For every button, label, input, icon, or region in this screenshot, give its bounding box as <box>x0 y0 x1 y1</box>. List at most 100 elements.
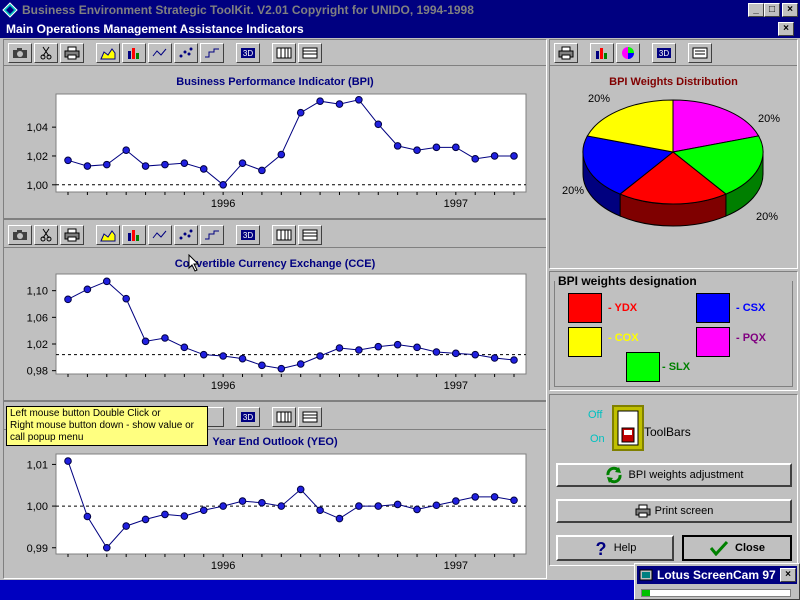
legend-label-pqx: - PQX <box>736 332 766 344</box>
pie-chart-icon <box>622 46 634 59</box>
pie-chart[interactable]: 20%20%20%20%20% <box>550 90 797 265</box>
help-tooltip: Left mouse button Double Click or Right … <box>6 406 208 446</box>
maximize-button[interactable]: □ <box>764 3 780 17</box>
data-point <box>296 108 305 117</box>
bpi-weights-adjustment-button[interactable]: BPI weights adjustment <box>556 463 792 487</box>
bar-chart-button[interactable] <box>590 42 614 63</box>
data-point <box>199 165 208 173</box>
data-point <box>316 352 324 360</box>
pie-slice-label: 20% <box>562 185 584 197</box>
screencam-title: Lotus ScreenCam 97 <box>657 568 776 582</box>
bpi-chart[interactable]: 1,04 1,02 1,00 1996 1997 <box>4 40 546 220</box>
data-point <box>413 505 421 514</box>
tooltip-line: Left mouse button Double Click or <box>10 408 161 419</box>
print-screen-button[interactable]: Print screen <box>556 499 792 523</box>
y-tick-label: 1,01 <box>27 459 48 471</box>
y-tick-label: 1,10 <box>27 286 48 298</box>
data-point <box>258 166 266 175</box>
plot-area <box>55 93 527 193</box>
screencam-icon <box>639 569 653 581</box>
data-point <box>432 348 441 356</box>
data-point <box>296 485 305 494</box>
data-point <box>393 500 402 509</box>
subwindow-close-button[interactable]: × <box>778 22 794 36</box>
legend-label-slx: - SLX <box>662 361 691 373</box>
legend-swatch-csx <box>696 293 730 323</box>
mouse-cursor-icon <box>188 254 200 272</box>
3d-icon: 3D <box>657 47 671 58</box>
data-point <box>122 522 130 530</box>
tooltip-line: Right mouse button down - show value or <box>10 420 194 431</box>
toolbars-toggle[interactable] <box>612 405 644 451</box>
data-point <box>355 95 363 104</box>
screencam-close-button[interactable]: × <box>780 568 796 582</box>
data-point <box>161 510 169 519</box>
list-button[interactable] <box>688 42 712 63</box>
data-point <box>335 344 344 352</box>
data-point <box>510 356 518 364</box>
data-point <box>393 142 402 150</box>
data-point <box>452 497 460 505</box>
data-point <box>161 334 169 342</box>
status-strip <box>0 580 634 600</box>
data-point <box>122 146 130 155</box>
screencam-progress <box>641 589 791 597</box>
minimize-button[interactable]: _ <box>748 3 764 17</box>
data-point <box>64 295 72 304</box>
toolbars-label: ToolBars <box>644 425 691 439</box>
printer-icon <box>635 504 651 518</box>
pie-panel: 3D BPI Weights Distribution 20% 20% 20% 20%… <box>549 39 798 269</box>
close-label: Close <box>735 542 765 554</box>
y-tick-label: 1,02 <box>27 339 48 351</box>
data-point <box>374 342 383 351</box>
data-point <box>219 352 227 360</box>
y-tick-label: 0,99 <box>27 543 48 555</box>
data-point <box>413 146 421 155</box>
window-close-button[interactable]: × <box>782 3 798 17</box>
charts-panel: 3D Business Performance Indicator (BPI) … <box>3 39 547 579</box>
data-point <box>238 159 247 167</box>
cce-chart[interactable]: 1,10 1,06 1,02 0,98 1996 1997 <box>4 222 546 402</box>
list-icon <box>692 47 708 58</box>
data-point <box>102 543 111 552</box>
y-tick-label: 1,00 <box>27 180 48 192</box>
3d-button[interactable]: 3D <box>652 42 676 63</box>
legend-label-cox: - COX <box>608 332 639 344</box>
help-label: Help <box>613 542 637 554</box>
data-point <box>258 361 266 370</box>
printer-icon <box>558 46 574 59</box>
data-point <box>393 340 402 349</box>
legend-label-csx: - CSX <box>736 302 766 314</box>
y-tick-label: 1,02 <box>27 151 48 163</box>
y-tick-label: 1,06 <box>27 312 48 324</box>
data-point <box>219 502 227 510</box>
bpi-section: 3D Business Performance Indicator (BPI) … <box>4 40 546 220</box>
data-point <box>277 364 286 373</box>
legend-swatch-pqx <box>696 327 730 357</box>
svg-text:?: ? <box>595 539 606 557</box>
data-point <box>510 496 518 505</box>
data-point <box>102 160 111 169</box>
data-point <box>180 512 189 520</box>
window-title: Business Environment Strategic ToolKit. … <box>22 3 474 17</box>
x-tick-label: 1997 <box>444 198 468 210</box>
svg-text:3D: 3D <box>659 49 669 58</box>
close-button[interactable]: Close <box>682 535 792 561</box>
help-button[interactable]: ? Help <box>556 535 674 561</box>
data-point <box>219 180 227 189</box>
data-point <box>490 493 499 501</box>
y-tick-label: 1,04 <box>27 122 48 134</box>
legend-label-ydx: - YDX <box>608 302 638 314</box>
data-point <box>316 97 324 106</box>
data-point <box>432 143 441 152</box>
data-point <box>471 350 480 359</box>
data-point <box>83 162 92 170</box>
pie-chart-button[interactable] <box>616 42 640 63</box>
data-point <box>199 506 208 515</box>
data-point <box>64 457 72 465</box>
y-tick-label: 0,98 <box>27 366 48 378</box>
data-point <box>490 152 499 160</box>
print-button[interactable] <box>554 42 578 63</box>
pie-toolbar: 3D <box>550 40 797 66</box>
data-point <box>355 502 363 510</box>
